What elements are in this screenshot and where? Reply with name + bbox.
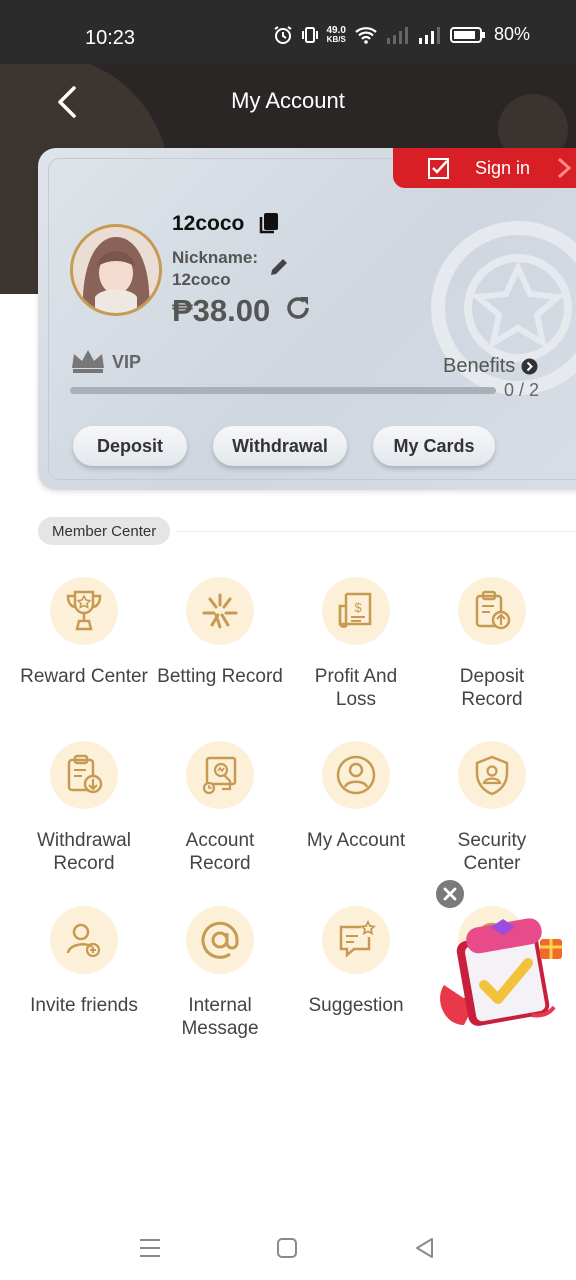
avatar-image <box>73 227 159 313</box>
vip-label: VIP <box>112 352 142 372</box>
promo-checklist-icon <box>440 918 562 1026</box>
reward-center-label: Reward Center <box>20 666 148 687</box>
user-circle-icon <box>336 755 376 795</box>
withdrawal-record-label: Withdrawal Record <box>37 830 131 874</box>
betting-record-label: Betting Record <box>157 666 283 687</box>
betting-icon <box>202 593 238 629</box>
divider <box>176 531 576 532</box>
copy-icon[interactable] <box>258 211 280 235</box>
security-center-label: Security Center <box>457 830 527 874</box>
reward-center-item[interactable]: Reward Center <box>9 577 159 688</box>
username: 12coco <box>172 212 245 235</box>
withdrawal-button[interactable]: Withdrawal <box>213 426 347 466</box>
account-record-item[interactable]: Account Record <box>145 741 295 875</box>
battery-percent: 80% <box>493 24 530 44</box>
signal-icon-2 <box>418 26 440 44</box>
avatar[interactable] <box>70 224 162 316</box>
benefits-link[interactable]: Benefits <box>443 355 538 378</box>
account-record-label: Account Record <box>185 830 255 874</box>
my-account-label: My Account <box>306 830 406 851</box>
svg-text:$: $ <box>354 600 362 615</box>
my-cards-button[interactable]: My Cards <box>373 426 495 466</box>
deposit-button[interactable]: Deposit <box>73 426 187 466</box>
account-card: Sign in 12coco Nickname: 12coco ₱38.00 V… <box>38 148 576 490</box>
invite-friends-item[interactable]: Invite friends <box>9 906 159 1017</box>
member-center-label: Member Center <box>38 517 171 545</box>
at-sign-icon <box>201 921 239 959</box>
page-title: My Account <box>231 88 345 113</box>
internal-message-item[interactable]: Internal Message <box>145 906 295 1040</box>
deposit-record-label: Deposit Record <box>459 666 525 710</box>
nickname-value: 12coco <box>172 270 231 289</box>
vip-progress-bar <box>70 387 496 394</box>
invite-friends-label: Invite friends <box>30 995 138 1016</box>
status-bar: 10:23 49.0 KB/S 80% <box>0 0 576 64</box>
status-time: 10:23 <box>85 27 136 49</box>
refresh-icon[interactable] <box>283 293 313 323</box>
nickname-label: Nickname: <box>172 248 258 267</box>
suggestion-item[interactable]: Suggestion <box>281 906 431 1017</box>
menu-icon[interactable] <box>135 1234 165 1262</box>
profit-and-loss-label: Profit And Loss <box>314 666 398 710</box>
balance-amount: ₱38.00 <box>172 293 271 328</box>
security-center-item[interactable]: Security Center <box>417 741 567 875</box>
crown-icon <box>72 350 104 373</box>
suggestion-label: Suggestion <box>308 995 404 1016</box>
edit-pencil-icon[interactable] <box>268 256 290 278</box>
sign-in-button[interactable]: Sign in <box>393 148 576 188</box>
medal-watermark-icon <box>431 221 576 395</box>
system-nav-bar <box>0 1214 576 1280</box>
deposit-record-item[interactable]: Deposit Record <box>417 577 567 711</box>
battery-icon <box>449 26 485 43</box>
status-icons: 49.0 KB/S 80% <box>273 24 530 45</box>
withdrawal-record-item[interactable]: Withdrawal Record <box>9 741 159 875</box>
chevron-right-icon <box>558 157 572 179</box>
account-record-icon <box>202 756 237 795</box>
signal-icon <box>386 26 408 44</box>
receipt-icon: $ <box>338 592 372 628</box>
home-square-icon[interactable] <box>272 1234 302 1262</box>
shield-user-icon <box>475 755 509 796</box>
net-speed: 49.0 KB/S <box>326 24 346 44</box>
close-icon <box>443 887 457 901</box>
vip-progress-text: 0 / 2 <box>504 380 540 400</box>
my-account-item[interactable]: My Account <box>281 741 431 852</box>
internal-message-label: Internal Message <box>181 995 259 1039</box>
wifi-icon <box>355 26 377 44</box>
add-user-icon <box>66 923 101 958</box>
profit-and-loss-item[interactable]: $ Profit And Loss <box>281 577 431 711</box>
checkbox-icon <box>428 158 449 179</box>
vibrate-icon <box>301 26 318 43</box>
net-speed-unit: KB/S <box>326 34 346 44</box>
clipboard-upload-icon <box>475 590 511 630</box>
back-triangle-icon[interactable] <box>410 1234 440 1262</box>
net-speed-value: 49.0 <box>326 24 346 36</box>
clipboard-download-icon <box>67 754 103 794</box>
close-promo-button[interactable] <box>434 878 466 910</box>
trophy-icon <box>66 590 102 631</box>
promo-float-banner[interactable] <box>436 905 576 1035</box>
benefits-label: Benefits <box>443 355 516 377</box>
betting-record-item[interactable]: Betting Record <box>145 577 295 688</box>
alarm-icon <box>273 25 292 44</box>
sign-in-label: Sign in <box>475 157 531 178</box>
chat-star-icon <box>339 919 376 958</box>
arrow-circle-icon <box>521 358 538 375</box>
